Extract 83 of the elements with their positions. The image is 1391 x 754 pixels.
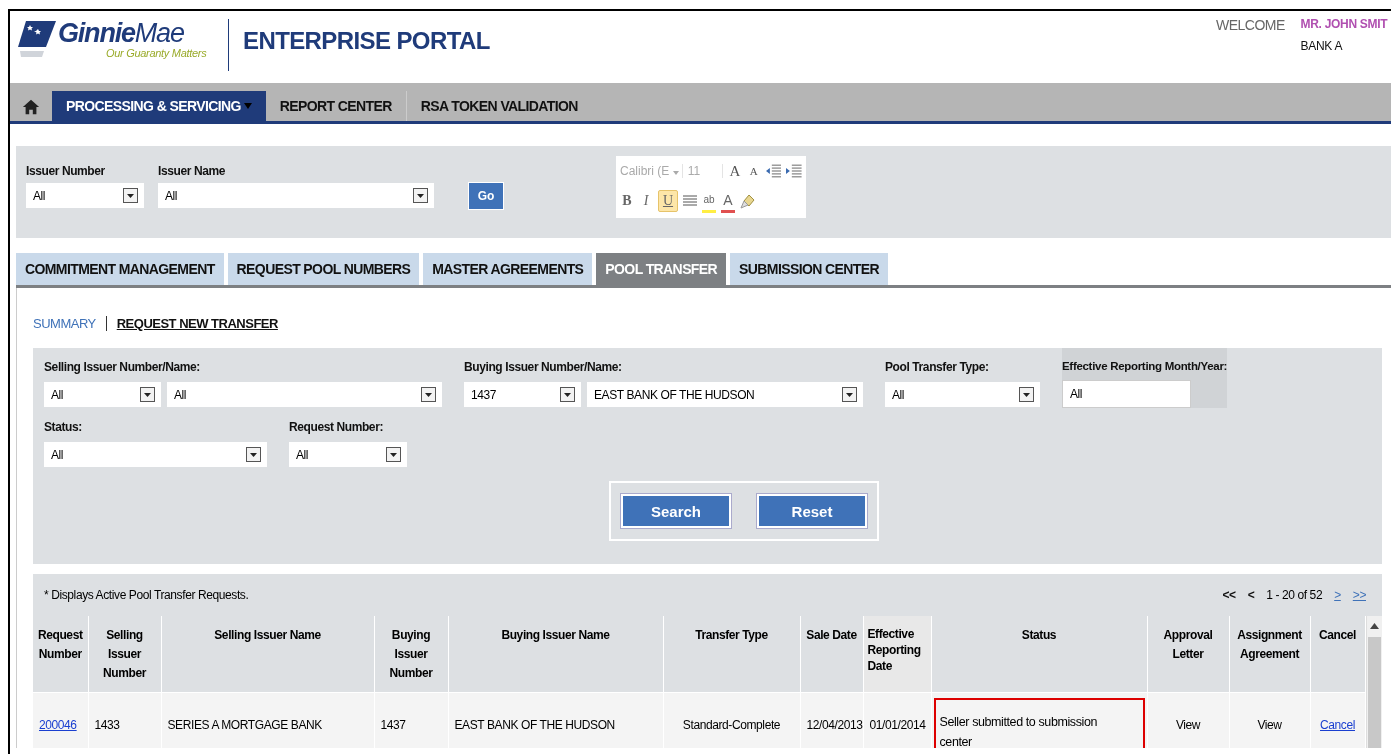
search-button[interactable]: Search <box>621 494 731 528</box>
dropdown-field[interactable]: All <box>26 183 144 208</box>
scrollbar-thumb[interactable] <box>1367 637 1381 748</box>
table-cell: EAST BANK OF THE HUDSON <box>454 718 615 732</box>
field-label: Issuer Number <box>26 164 106 178</box>
table-cell: 01/01/2014 <box>869 718 926 732</box>
previous-page-link[interactable]: < <box>1247 588 1255 602</box>
home-icon[interactable] <box>22 98 40 116</box>
flag-logo-icon <box>18 19 58 59</box>
portal-title: ENTERPRISE PORTAL <box>243 27 490 56</box>
scroll-up-arrow-icon[interactable] <box>1369 622 1379 629</box>
table-cell: 1433 <box>94 718 120 732</box>
dropdown-field[interactable]: EAST BANK OF THE HUDSON <box>587 382 863 407</box>
indent-icon[interactable] <box>786 164 802 178</box>
outdent-icon[interactable] <box>765 164 782 178</box>
italic-button[interactable]: I <box>639 191 653 211</box>
user-name: MR. JOHN SMIT <box>1300 17 1389 33</box>
sub-navigation-link[interactable]: SUMMARY <box>33 315 107 331</box>
column-header: Effective Reporting Date <box>863 616 931 693</box>
field-label: Buying Issuer Number/Name: <box>464 360 623 374</box>
table-cell: View <box>1175 718 1201 732</box>
reset-button[interactable]: Reset <box>757 494 867 528</box>
column-header: Status <box>931 616 1147 693</box>
column-header: Transfer Type <box>663 616 800 693</box>
grow-font-button[interactable]: A <box>727 161 742 181</box>
welcome-label: WELCOME <box>1216 17 1286 33</box>
column-header: Buying Issuer Number <box>374 616 448 693</box>
column-header: Request Number <box>33 616 88 693</box>
logo-wordmark: GinnieMae <box>58 19 185 47</box>
column-header: Selling Issuer Number <box>88 616 161 693</box>
dropdown-field[interactable]: All <box>158 183 434 208</box>
column-header: Buying Issuer Name <box>448 616 663 693</box>
align-text-icon[interactable] <box>683 194 697 208</box>
nav-menu-item[interactable]: PROCESSING & SERVICING <box>52 91 266 121</box>
field-label: Request Number: <box>289 420 384 434</box>
column-header: Assignment Agreement <box>1229 616 1310 693</box>
tab[interactable]: COMMITMENT MANAGEMENT <box>16 253 224 285</box>
highlight-button[interactable]: ab <box>702 189 716 213</box>
caret-icon <box>672 171 679 175</box>
bank-name: BANK A <box>1300 39 1344 53</box>
dropdown-field[interactable]: All <box>885 382 1040 407</box>
dropdown-field[interactable]: All <box>167 382 442 407</box>
underline-button[interactable]: U <box>658 190 678 212</box>
nav-menu-item[interactable]: RSA TOKEN VALIDATION <box>406 91 592 121</box>
column-header: Approval Letter <box>1147 616 1229 693</box>
logo-tagline: Our Guaranty Matters <box>106 47 207 59</box>
dropdown-field[interactable]: All <box>289 442 407 467</box>
tab[interactable]: MASTER AGREEMENTS <box>423 253 593 285</box>
table-link[interactable]: Cancel <box>1320 718 1355 732</box>
table-cell: 1437 <box>380 718 406 732</box>
table-link[interactable]: 200046 <box>39 718 77 732</box>
tab[interactable]: SUBMISSION CENTER <box>730 253 888 285</box>
page-range: 1 - 20 of 52 <box>1266 588 1323 602</box>
results-note: * Displays Active Pool Transfer Requests. <box>44 588 249 602</box>
table-cell: 12/04/2013 <box>806 718 863 732</box>
next-page-link[interactable]: > <box>1334 588 1341 602</box>
first-page-link[interactable]: << <box>1222 588 1236 602</box>
last-page-link[interactable]: >> <box>1352 588 1366 602</box>
field-label: Pool Transfer Type: <box>885 360 990 374</box>
table-cell: View <box>1257 718 1282 732</box>
shrink-font-button[interactable]: A <box>746 161 761 181</box>
dropdown-field[interactable]: 1437 <box>464 382 581 407</box>
go-button[interactable]: Go <box>468 182 504 210</box>
dropdown-field[interactable]: All <box>44 442 267 467</box>
table-cell: Standard-Complete <box>682 718 781 732</box>
bold-button[interactable]: B <box>620 191 634 211</box>
field-label: Effective Reporting Month/Year: <box>1062 360 1228 372</box>
text-input-field[interactable]: All <box>1062 380 1191 408</box>
column-header: Sale Date <box>800 616 863 693</box>
field-label: Status: <box>44 420 83 434</box>
table-cell: SERIES A MORTGAGE BANK <box>167 718 322 732</box>
tab[interactable]: REQUEST POOL NUMBERS <box>227 253 420 285</box>
table-cell: Seller submitted to submission center <box>939 714 1098 748</box>
tab[interactable]: POOL TRANSFER <box>596 253 727 285</box>
nav-menu-item[interactable]: REPORT CENTER <box>265 91 407 121</box>
dropdown-field[interactable]: All <box>44 382 161 407</box>
font-color-button[interactable]: A <box>721 189 735 213</box>
brush-icon[interactable] <box>740 193 756 209</box>
column-header: Selling Issuer Name <box>161 616 374 693</box>
column-header: Cancel <box>1310 616 1365 693</box>
field-label: Issuer Name <box>158 164 226 178</box>
field-label: Selling Issuer Number/Name: <box>44 360 201 374</box>
sub-navigation-link[interactable]: REQUEST NEW TRANSFER <box>106 315 288 331</box>
